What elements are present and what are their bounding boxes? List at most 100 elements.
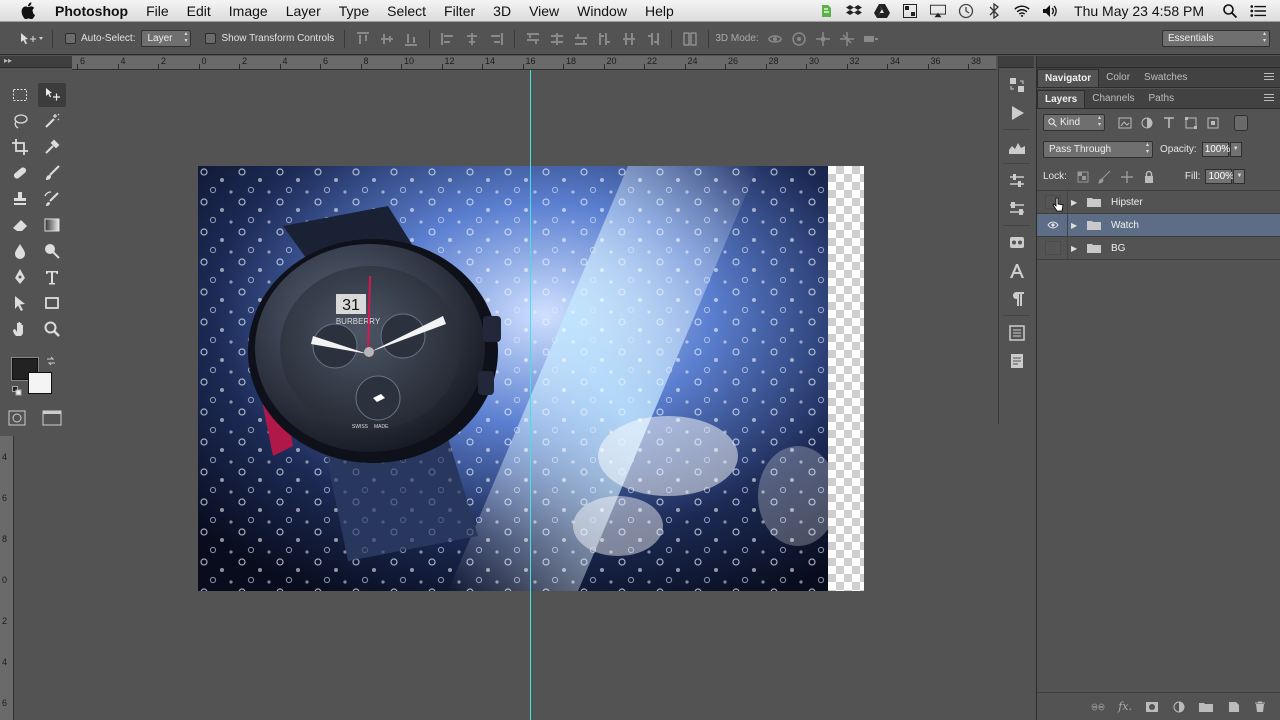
eraser-tool-icon[interactable] [6,213,34,237]
bluetooth-icon[interactable] [986,3,1002,19]
magic-wand-tool-icon[interactable] [38,109,66,133]
volume-icon[interactable] [1042,3,1058,19]
history-panel-icon[interactable] [1003,74,1031,96]
menu-select[interactable]: Select [378,0,435,22]
rectangle-tool-icon[interactable] [38,291,66,315]
menu-image[interactable]: Image [220,0,277,22]
menu-clock[interactable]: Thu May 23 4:58 PM [1074,3,1204,19]
menu-photoshop[interactable]: Photoshop [53,0,137,22]
dodge-tool-icon[interactable] [38,239,66,263]
filter-kind-dropdown[interactable]: Kind [1043,114,1105,131]
link-layers-icon[interactable] [1091,701,1105,713]
spotlight-search-icon[interactable] [1222,3,1238,19]
default-colors-icon[interactable] [12,386,22,396]
lock-image-icon[interactable] [1097,170,1113,184]
layer-row-watch[interactable]: ▶ Watch [1037,214,1280,237]
add-mask-icon[interactable] [1145,701,1159,713]
distribute-center-icon[interactable] [549,31,565,47]
3d-roll-icon[interactable] [791,31,807,47]
evernote-icon[interactable] [818,3,834,19]
tab-paths[interactable]: Paths [1142,90,1182,108]
crop-tool-icon[interactable] [6,135,34,159]
align-right-icon[interactable] [488,31,504,47]
opacity-input[interactable]: 100% [1201,142,1230,157]
filter-type-icon[interactable] [1161,116,1177,130]
distribute-left-icon[interactable] [597,31,613,47]
tools-panel-header[interactable]: ▸▸ [0,56,72,68]
visibility-toggle-off[interactable] [1045,241,1061,255]
clone-stamp-tool-icon[interactable] [6,187,34,211]
time-machine-icon[interactable] [958,3,974,19]
layer-style-fx-icon[interactable]: fx. [1118,700,1132,713]
expand-arrow-icon[interactable]: ▶ [1071,244,1079,253]
filter-smart-object-icon[interactable] [1205,116,1221,130]
blur-tool-icon[interactable] [6,239,34,263]
layer-row-hipster[interactable]: ▶ Hipster [1037,191,1280,214]
type-tool-icon[interactable] [38,265,66,289]
grid-app-icon[interactable] [902,3,918,19]
align-bottom-icon[interactable] [403,31,419,47]
screen-mode-icon[interactable] [42,410,62,426]
3d-slide-icon[interactable] [839,31,855,47]
new-group-icon[interactable] [1199,701,1213,713]
menu-type[interactable]: Type [330,0,378,22]
dropbox-icon[interactable] [846,3,863,19]
lock-all-icon[interactable] [1141,170,1157,184]
properties-panel-icon[interactable] [1003,198,1031,220]
swap-colors-icon[interactable] [46,356,56,366]
dock-header[interactable] [999,56,1034,68]
new-layer-icon[interactable] [1226,701,1240,713]
background-color-swatch[interactable] [28,372,52,394]
menu-edit[interactable]: Edit [178,0,220,22]
menu-filter[interactable]: Filter [435,0,484,22]
layer-row-bg[interactable]: ▶ BG [1037,237,1280,260]
healing-brush-tool-icon[interactable] [6,161,34,185]
pen-tool-icon[interactable] [6,265,34,289]
move-tool-icon[interactable] [38,83,66,107]
eyedropper-tool-icon[interactable] [38,135,66,159]
expand-arrow-icon[interactable]: ▶ [1071,198,1079,207]
align-vertical-center-icon[interactable] [379,31,395,47]
visibility-eye-icon[interactable] [1045,218,1061,232]
workspace-dropdown[interactable]: Essentials [1162,30,1270,47]
distribute-top-icon[interactable] [525,31,541,47]
histogram-panel-icon[interactable] [1003,136,1031,158]
fill-slider-button[interactable]: ▼ [1233,169,1246,184]
adjustment-layer-icon[interactable] [1172,701,1186,713]
distribute-right-icon[interactable] [645,31,661,47]
auto-align-layers-icon[interactable] [682,31,698,47]
fill-input[interactable]: 100% [1205,169,1234,184]
brush-tool-icon[interactable] [38,161,66,185]
zoom-tool-icon[interactable] [38,317,66,341]
menu-3d[interactable]: 3D [484,0,520,22]
notes-panel-icon[interactable] [1003,350,1031,372]
tab-navigator[interactable]: Navigator [1037,69,1100,87]
menu-file[interactable]: File [137,0,178,22]
wifi-icon[interactable] [1014,3,1030,19]
tab-channels[interactable]: Channels [1085,90,1141,108]
panel-menu-icon[interactable] [1264,73,1274,81]
distribute-bottom-icon[interactable] [573,31,589,47]
menu-window[interactable]: Window [568,0,636,22]
lock-transparent-icon[interactable] [1075,170,1091,184]
history-brush-tool-icon[interactable] [38,187,66,211]
marquee-tool-icon[interactable] [6,83,34,107]
gradient-tool-icon[interactable] [38,213,66,237]
hand-tool-icon[interactable] [6,317,34,341]
tab-swatches[interactable]: Swatches [1137,69,1194,87]
filter-pixel-icon[interactable] [1117,116,1133,130]
filter-adjustment-icon[interactable] [1139,116,1155,130]
3d-orbit-icon[interactable] [767,31,783,47]
blend-mode-dropdown[interactable]: Pass Through [1043,141,1153,158]
lock-position-icon[interactable] [1119,170,1135,184]
move-tool-preset-picker[interactable] [18,29,46,49]
menu-help[interactable]: Help [636,0,683,22]
brush-presets-panel-icon[interactable] [1003,232,1031,254]
layers-panel-menu-icon[interactable] [1264,94,1274,102]
actions-panel-icon[interactable] [1003,102,1031,124]
document-canvas[interactable]: 31 BURBERRY SWISS MADE [198,166,864,591]
paragraph-panel-icon[interactable] [1003,288,1031,310]
panels-header[interactable] [1037,56,1280,68]
opacity-slider-button[interactable]: ▼ [1229,142,1242,157]
horizontal-ruler[interactable]: 6 4 2 0 2 4 6 8 10 12 14 16 18 20 22 24 26 28 30 32 34 36 38 [72,56,996,70]
